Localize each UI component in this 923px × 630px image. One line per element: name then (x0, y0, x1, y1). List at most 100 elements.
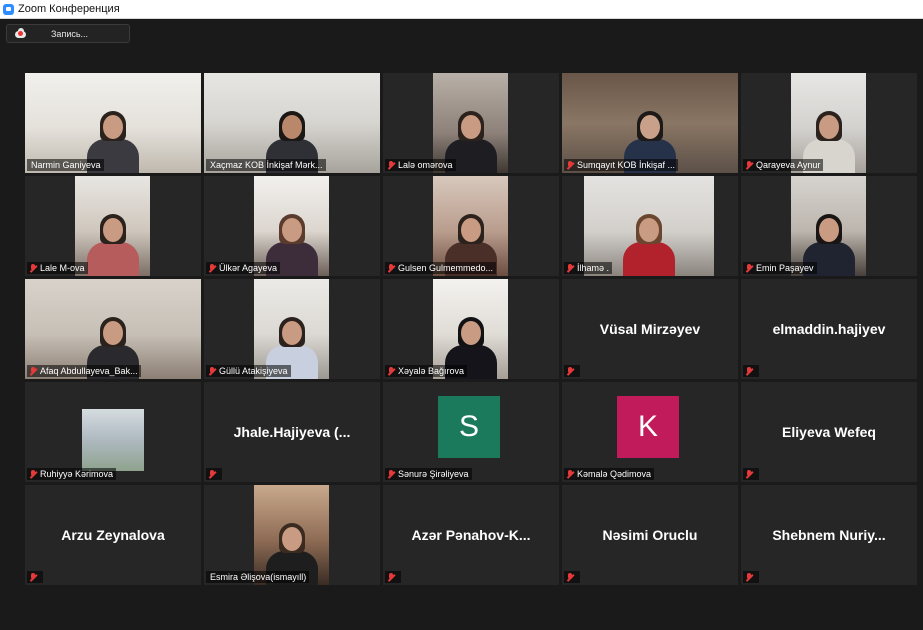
participant-display-name: Eliyeva Wefeq (782, 424, 876, 440)
participant-avatar: K (617, 396, 679, 458)
participant-name: Afaq Abdullayeva_Bak... (40, 366, 138, 376)
participant-display-name: Shebnem Nuriy... (772, 527, 886, 543)
participant-video (254, 279, 329, 379)
participant-name-label (27, 571, 43, 583)
muted-mic-icon (745, 263, 754, 273)
participant-tile[interactable]: Ülkər Agayeva (204, 176, 380, 276)
participant-video (791, 73, 866, 173)
participant-tile[interactable]: Gulsen Gulmemmedo... (383, 176, 559, 276)
muted-mic-icon (29, 263, 38, 273)
participant-name-label: Xəyalə Bağırova (385, 365, 468, 377)
muted-mic-icon (387, 160, 396, 170)
participant-tile[interactable]: Shebnem Nuriy... (741, 485, 917, 585)
participant-tile[interactable]: Güllü Atakişiyeva (204, 279, 380, 379)
muted-mic-icon (387, 366, 396, 376)
participant-name: Lalə omərova (398, 160, 453, 170)
participant-name-label (564, 365, 580, 377)
participant-display-name: Vüsal Mirzəyev (599, 321, 701, 337)
participant-name-label: Ruhiyyə Kərimova (27, 468, 117, 480)
participant-silhouette (86, 214, 139, 276)
participant-tile[interactable]: Xəyalə Bağırova (383, 279, 559, 379)
participant-name-label (743, 468, 759, 480)
participant-video (791, 176, 866, 276)
participant-name-label: Qarayeva Aynur (743, 159, 824, 171)
muted-mic-icon (208, 366, 217, 376)
participant-display-name: Jhale.Hajiyeva (... (233, 424, 351, 440)
participant-name: Emin Paşayev (756, 263, 814, 273)
muted-mic-icon (745, 469, 754, 479)
participant-video (204, 73, 380, 173)
participant-gallery: Narmin Ganiyeva Xaçmaz KOB İnkişaf Mərk.… (25, 73, 917, 585)
zoom-app-icon (3, 3, 14, 15)
participant-name-label (564, 571, 580, 583)
muted-mic-icon (745, 572, 754, 582)
participant-video (82, 409, 144, 471)
participant-name-label: Gulsen Gulmemmedo... (385, 262, 497, 274)
participant-tile[interactable]: Jhale.Hajiyeva (... (204, 382, 380, 482)
record-button[interactable]: Запись... (6, 24, 130, 43)
muted-mic-icon (745, 366, 754, 376)
participant-tile[interactable]: Esmira Əlişova(ismayıll) (204, 485, 380, 585)
participant-video (433, 279, 508, 379)
participant-name: Ülkər Agayeva (219, 263, 278, 273)
participant-name: Güllü Atakişiyeva (219, 366, 288, 376)
participant-name: Kəmalə Qədimova (577, 469, 652, 479)
participant-video (562, 73, 738, 173)
muted-mic-icon (29, 572, 38, 582)
muted-mic-icon (566, 263, 575, 273)
participant-name-label (743, 571, 759, 583)
participant-tile[interactable]: İlhamə . (562, 176, 738, 276)
window-title: Zoom Конференция (18, 3, 120, 15)
muted-mic-icon (745, 160, 754, 170)
participant-tile[interactable]: Lalə omərova (383, 73, 559, 173)
participant-tile[interactable]: Sumqayıt KOB İnkişaf ... (562, 73, 738, 173)
muted-mic-icon (387, 263, 396, 273)
participant-name-label: Emin Paşayev (743, 262, 817, 274)
muted-mic-icon (566, 572, 575, 582)
muted-mic-icon (566, 160, 575, 170)
participant-tile[interactable]: Qarayeva Aynur (741, 73, 917, 173)
participant-name-label: Esmira Əlişova(ismayıll) (206, 571, 310, 583)
participant-tile[interactable]: Xaçmaz KOB İnkişaf Mərk... (204, 73, 380, 173)
muted-mic-icon (566, 469, 575, 479)
participant-name-label: Sənurə Şirəliyeva (385, 468, 472, 480)
participant-name-label: Ülkər Agayeva (206, 262, 281, 274)
participant-video (254, 485, 329, 585)
participant-name-label: Lale M-ova (27, 262, 88, 274)
participant-name: Lale M-ova (40, 263, 85, 273)
participant-name-label: Güllü Atakişiyeva (206, 365, 291, 377)
record-label: Запись... (51, 28, 89, 39)
participant-name-label (743, 365, 759, 377)
participant-video (433, 73, 508, 173)
participant-name-label: Narmin Ganiyeva (27, 159, 104, 171)
participant-name: İlhamə . (577, 263, 610, 273)
participant-tile[interactable]: Nəsimi Oruclu (562, 485, 738, 585)
participant-tile[interactable]: Ruhiyyə Kərimova (25, 382, 201, 482)
muted-mic-icon (387, 469, 396, 479)
participant-name: Qarayeva Aynur (756, 160, 821, 170)
participant-tile[interactable]: Afaq Abdullayeva_Bak... (25, 279, 201, 379)
cloud-record-icon (15, 28, 26, 39)
participant-tile[interactable]: Arzu Zeynalova (25, 485, 201, 585)
participant-tile[interactable]: Emin Paşayev (741, 176, 917, 276)
participant-display-name: Azər Pənahov-K... (411, 527, 531, 543)
participant-name-label: Sumqayıt KOB İnkişaf ... (564, 159, 679, 171)
participant-tile[interactable]: Narmin Ganiyeva (25, 73, 201, 173)
participant-name-label: Lalə omərova (385, 159, 456, 171)
participant-name: Gulsen Gulmemmedo... (398, 263, 494, 273)
participant-name: Ruhiyyə Kərimova (40, 469, 114, 479)
participant-tile[interactable]: K Kəmalə Qədimova (562, 382, 738, 482)
participant-avatar: S (438, 396, 500, 458)
participant-tile[interactable]: S Sənurə Şirəliyeva (383, 382, 559, 482)
participant-tile[interactable]: elmaddin.hajiyev (741, 279, 917, 379)
participant-tile[interactable]: Vüsal Mirzəyev (562, 279, 738, 379)
participant-tile[interactable]: Azər Pənahov-K... (383, 485, 559, 585)
participant-video (75, 176, 150, 276)
participant-name: Sənurə Şirəliyeva (398, 469, 469, 479)
participant-tile[interactable]: Eliyeva Wefeq (741, 382, 917, 482)
participant-tile[interactable]: Lale M-ova (25, 176, 201, 276)
participant-video (433, 176, 508, 276)
participant-display-name: Nəsimi Oruclu (602, 527, 698, 543)
muted-mic-icon (566, 366, 575, 376)
participant-video (25, 279, 201, 379)
